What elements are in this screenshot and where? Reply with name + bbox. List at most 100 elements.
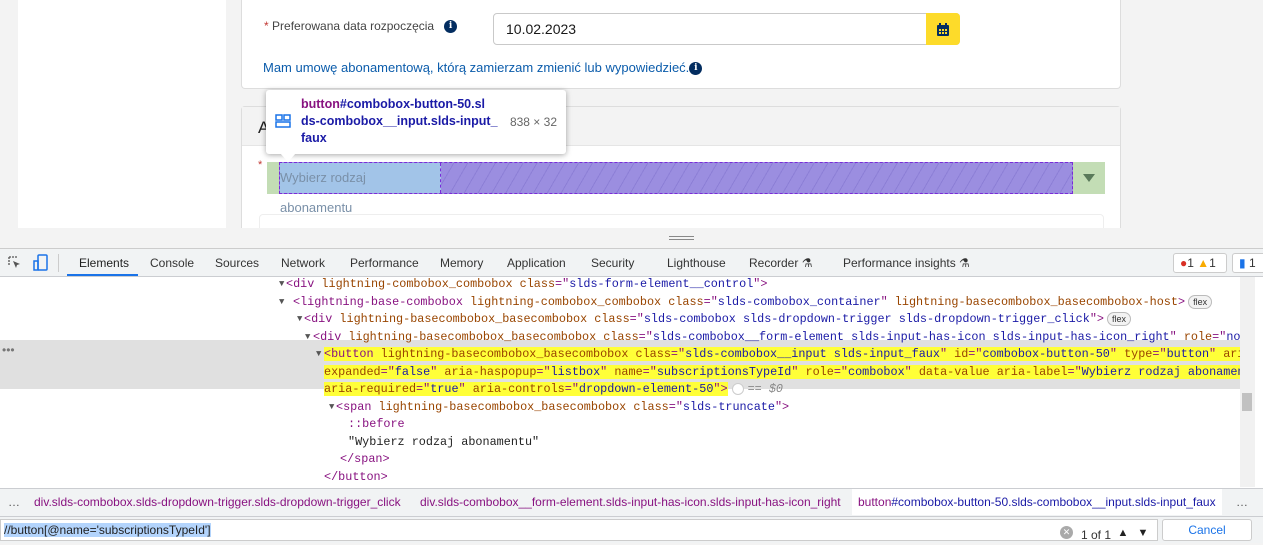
dom-token: aria-haspopup — [444, 364, 537, 379]
match-count: 1 of 1 — [1081, 528, 1112, 542]
collapse-icon[interactable]: ▼ — [279, 293, 284, 311]
collapse-icon[interactable]: ▼ — [297, 310, 302, 328]
divider — [58, 254, 59, 272]
search-input[interactable]: //button[@name='subscriptionsTypeId'] ✕ … — [0, 519, 1158, 543]
dom-token: "Wybierz rodzaj abonamentu" — [348, 434, 540, 449]
dom-token: class — [594, 312, 630, 326]
dom-token: " — [1209, 347, 1224, 361]
dom-token: class — [668, 294, 704, 309]
dom-token: =" — [833, 364, 849, 379]
dom-token: </span> — [340, 452, 390, 466]
tooltip-dimensions: 838 × 32 — [509, 115, 557, 129]
dom-token: <div — [313, 329, 349, 344]
contract-link[interactable]: Mam umowę abonamentową, którą zamierzam … — [263, 60, 703, 76]
devtools-resize-handle[interactable] — [0, 228, 1263, 248]
inspect-tooltip: button#combobox-button-50.sl ds-combobox… — [266, 90, 566, 162]
dom-token: "> — [713, 382, 728, 396]
dom-line[interactable]: ▼ <lightning-base-combobox lightning-comb… — [279, 293, 1213, 311]
flex-badge[interactable]: flex — [1188, 294, 1213, 309]
dom-line[interactable]: </span> — [340, 450, 390, 468]
messages-counter[interactable]: ▮ 1 — [1232, 253, 1263, 273]
collapse-icon[interactable]: ▼ — [316, 345, 321, 363]
flex-badge[interactable]: flex — [1107, 312, 1132, 326]
tab-memory[interactable]: Memory — [440, 256, 483, 270]
tab-application[interactable]: Application — [507, 256, 566, 270]
clear-icon[interactable]: ✕ — [1060, 526, 1073, 539]
breadcrumb-item[interactable]: button#combobox-button-50.slds-combobox_… — [852, 489, 1222, 515]
next-match-button[interactable]: ▼ — [1134, 523, 1152, 543]
combobox-button-highlight[interactable]: Wybierz rodzaj abonamentu — [279, 162, 1073, 215]
dom-token: type — [1124, 347, 1153, 361]
web-page: * Preferowana data rozpoczęcia i 10.02.2… — [0, 0, 1263, 244]
collapse-icon[interactable]: ▼ — [279, 277, 284, 293]
dom-token: slds-combobox__form-element slds-input-h… — [652, 329, 1170, 344]
dom-token: lightning-combobox_combobox — [469, 294, 669, 309]
cancel-button[interactable]: Cancel — [1162, 519, 1252, 541]
inspect-element-icon[interactable] — [8, 256, 22, 270]
dom-tree[interactable]: ••• ▼ <div lightning-combobox_combobox cl… — [0, 277, 1240, 487]
dom-token: slds-combobox slds-dropdown-trigger slds… — [643, 312, 1090, 326]
devtools-panel: Elements Console Sources Network Performance… — [0, 248, 1263, 543]
info-icon[interactable]: i — [689, 62, 703, 76]
tooltip-selector: #combobox-button-50.sl — [339, 97, 486, 111]
flex-layout-icon — [275, 114, 291, 128]
dom-line[interactable]: </button> — [324, 468, 388, 486]
calendar-icon — [937, 22, 949, 36]
contract-link-text[interactable]: Mam umowę abonamentową, którą zamierzam … — [263, 60, 689, 75]
tab-sources[interactable]: Sources — [215, 256, 259, 270]
active-tab-indicator — [67, 274, 138, 276]
dom-token: class — [519, 277, 556, 291]
dom-line[interactable]: aria-required="true" aria-controls="drop… — [324, 380, 783, 398]
breadcrumb-overflow[interactable]: … — [8, 489, 20, 515]
dom-token: true — [430, 382, 459, 396]
dom-token: > — [1177, 294, 1186, 309]
devtools-tabbar: Elements Console Sources Network Performance… — [0, 249, 1263, 277]
device-toolbar-icon[interactable] — [33, 254, 49, 272]
dom-line[interactable]: "Wybierz rodzaj abonamentu" — [348, 433, 539, 451]
dom-line[interactable]: ▼ <div lightning-basecombobox_basecombobo… — [297, 310, 1132, 328]
message-count: 1 — [1248, 256, 1256, 270]
date-input[interactable]: 10.02.2023 — [493, 13, 960, 45]
dom-token: =" — [968, 347, 983, 361]
tab-recorder[interactable]: Recorder ⚗ — [749, 256, 812, 270]
more-options-icon[interactable]: ••• — [2, 343, 15, 357]
info-icon[interactable]: i — [444, 20, 458, 34]
dom-line[interactable]: ▼ <div lightning-basecombobox_basecombobo… — [305, 328, 1240, 346]
dom-line[interactable]: ::before — [348, 415, 405, 433]
dom-token: =" — [668, 399, 683, 414]
dom-line[interactable]: ▼ <button lightning-basecombobox_basecomb… — [316, 345, 1240, 363]
left-panel — [18, 0, 226, 228]
collapse-icon[interactable]: ▼ — [329, 398, 334, 416]
dom-token: =" — [555, 277, 570, 291]
dom-tree-scrollbar[interactable] — [1240, 277, 1255, 487]
tab-performance[interactable]: Performance — [350, 256, 419, 270]
breadcrumb: … div.slds-combobox.slds-dropdown-trigge… — [0, 488, 1263, 516]
dom-token: role — [1183, 329, 1213, 344]
drag-handle-icon[interactable] — [669, 236, 694, 240]
scrollbar-thumb[interactable] — [1242, 393, 1252, 411]
dom-line[interactable]: ▼ <div lightning-combobox_combobox class=… — [279, 277, 767, 293]
dom-token: id — [954, 347, 969, 361]
breadcrumb-item[interactable]: div.slds-combobox.slds-dropdown-trigger.… — [34, 489, 401, 515]
expand-icon[interactable]: ▶ — [316, 485, 323, 487]
tab-performance-insights[interactable]: Performance insights ⚗ — [843, 256, 970, 270]
tab-elements[interactable]: Elements — [79, 256, 129, 270]
tab-security[interactable]: Security — [591, 256, 634, 270]
collapse-icon[interactable]: ▼ — [305, 328, 310, 346]
dom-token: aria-required — [324, 382, 417, 396]
subscription-type-combobox[interactable]: Wybierz rodzaj abonamentu — [267, 162, 1105, 215]
calendar-button[interactable] — [926, 13, 960, 45]
dom-line[interactable]: expanded="false" aria-haspopup="listbox"… — [324, 363, 1240, 381]
issues-counter[interactable]: ●1 ▲1 — [1173, 253, 1227, 273]
dom-line[interactable]: ▶<div lightning-basecombobox_basecombobo… — [324, 485, 1089, 487]
chevron-down-icon[interactable] — [1083, 174, 1095, 182]
tab-lighthouse[interactable]: Lighthouse — [667, 256, 726, 270]
dom-token: =" — [416, 382, 431, 396]
tab-network[interactable]: Network — [281, 256, 325, 270]
previous-match-button[interactable]: ▲ — [1114, 523, 1132, 543]
dom-token: <button — [324, 347, 381, 361]
tab-console[interactable]: Console — [150, 256, 194, 270]
breadcrumb-item[interactable]: div.slds-combobox__form-element.slds-inp… — [420, 489, 841, 515]
dom-line[interactable]: ▼ <span lightning-basecombobox_basecombob… — [329, 398, 789, 416]
breadcrumb-overflow[interactable]: … — [1236, 489, 1248, 515]
